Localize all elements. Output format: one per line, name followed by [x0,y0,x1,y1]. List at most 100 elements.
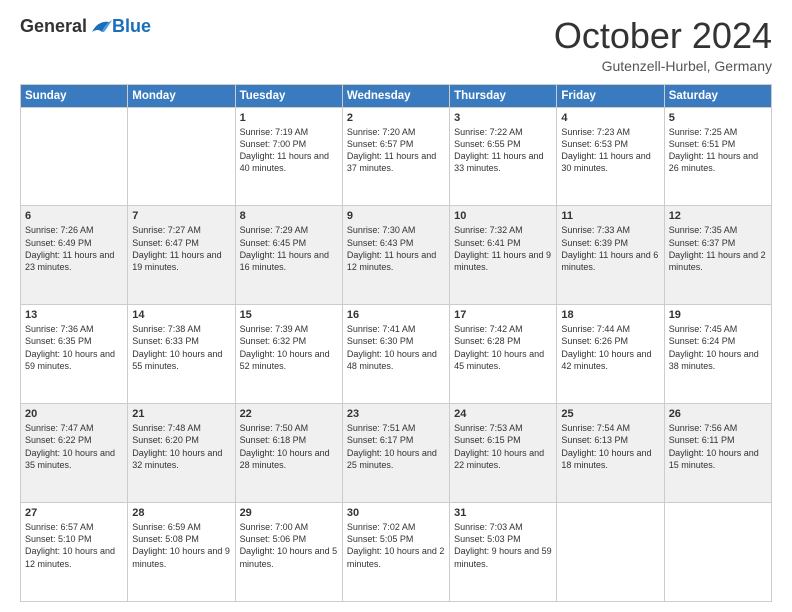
col-wednesday: Wednesday [342,84,449,107]
calendar-cell: 1 Sunrise: 7:19 AM Sunset: 7:00 PM Daylig… [235,107,342,206]
calendar-cell: 6 Sunrise: 7:26 AM Sunset: 6:49 PM Daylig… [21,206,128,305]
day-number: 7 [132,210,230,222]
day-content: Sunrise: 7:45 AM Sunset: 6:24 PM Dayligh… [669,323,767,372]
calendar-cell: 30 Sunrise: 7:02 AM Sunset: 5:05 PM Dayli… [342,503,449,602]
calendar-cell: 26Sunrise: 7:56 AM Sunset: 6:11 PM Dayli… [664,404,771,503]
day-number: 31 [454,507,552,519]
day-number: 27 [25,507,123,519]
day-number: 16 [347,309,445,321]
day-number: 28 [132,507,230,519]
day-number: 30 [347,507,445,519]
page-header: General Blue October 2024 Gutenzell-Hurb… [20,16,772,74]
day-content: Sunrise: 7:56 AM Sunset: 6:11 PM Dayligh… [669,422,767,471]
calendar-cell: 29 Sunrise: 7:00 AM Sunset: 5:06 PM Dayli… [235,503,342,602]
calendar-cell: 9 Sunrise: 7:30 AM Sunset: 6:43 PM Daylig… [342,206,449,305]
calendar-cell: 18Sunrise: 7:44 AM Sunset: 6:26 PM Dayli… [557,305,664,404]
calendar-cell: 28 Sunrise: 6:59 AM Sunset: 5:08 PM Dayli… [128,503,235,602]
day-number: 2 [347,112,445,124]
calendar-cell: 12Sunrise: 7:35 AM Sunset: 6:37 PM Dayli… [664,206,771,305]
day-number: 18 [561,309,659,321]
calendar-cell: 22 Sunrise: 7:50 AM Sunset: 6:18 PM Dayli… [235,404,342,503]
day-content: Sunrise: 7:33 AM Sunset: 6:39 PM Dayligh… [561,224,659,273]
calendar-week-row: 13Sunrise: 7:36 AM Sunset: 6:35 PM Dayli… [21,305,772,404]
calendar-week-row: 20Sunrise: 7:47 AM Sunset: 6:22 PM Dayli… [21,404,772,503]
calendar-cell: 3Sunrise: 7:22 AM Sunset: 6:55 PM Daylig… [450,107,557,206]
col-sunday: Sunday [21,84,128,107]
day-number: 4 [561,112,659,124]
calendar-cell: 5Sunrise: 7:25 AM Sunset: 6:51 PM Daylig… [664,107,771,206]
col-monday: Monday [128,84,235,107]
day-content: Sunrise: 7:22 AM Sunset: 6:55 PM Dayligh… [454,126,552,175]
day-content: Sunrise: 7:41 AM Sunset: 6:30 PM Dayligh… [347,323,445,372]
calendar-cell: 25 Sunrise: 7:54 AM Sunset: 6:13 PM Dayli… [557,404,664,503]
day-number: 1 [240,112,338,124]
day-content: Sunrise: 7:50 AM Sunset: 6:18 PM Dayligh… [240,422,338,471]
calendar-week-row: 27 Sunrise: 6:57 AM Sunset: 5:10 PM Dayli… [21,503,772,602]
calendar-cell: 20Sunrise: 7:47 AM Sunset: 6:22 PM Dayli… [21,404,128,503]
day-content: Sunrise: 7:39 AM Sunset: 6:32 PM Dayligh… [240,323,338,372]
calendar-cell: 17Sunrise: 7:42 AM Sunset: 6:28 PM Dayli… [450,305,557,404]
calendar-cell: 27 Sunrise: 6:57 AM Sunset: 5:10 PM Dayli… [21,503,128,602]
logo-bird-icon [90,18,112,36]
day-content: Sunrise: 7:51 AM Sunset: 6:17 PM Dayligh… [347,422,445,471]
calendar-cell: 14 Sunrise: 7:38 AM Sunset: 6:33 PM Dayli… [128,305,235,404]
day-number: 23 [347,408,445,420]
day-content: Sunrise: 6:59 AM Sunset: 5:08 PM Dayligh… [132,521,230,570]
day-content: Sunrise: 7:20 AM Sunset: 6:57 PM Dayligh… [347,126,445,175]
calendar-table: Sunday Monday Tuesday Wednesday Thursday… [20,84,772,602]
day-number: 15 [240,309,338,321]
day-content: Sunrise: 7:48 AM Sunset: 6:20 PM Dayligh… [132,422,230,471]
day-content: Sunrise: 7:19 AM Sunset: 7:00 PM Dayligh… [240,126,338,175]
day-number: 6 [25,210,123,222]
calendar-cell: 7 Sunrise: 7:27 AM Sunset: 6:47 PM Daylig… [128,206,235,305]
day-content: Sunrise: 7:32 AM Sunset: 6:41 PM Dayligh… [454,224,552,273]
calendar-cell: 4 Sunrise: 7:23 AM Sunset: 6:53 PM Daylig… [557,107,664,206]
calendar-cell: 15 Sunrise: 7:39 AM Sunset: 6:32 PM Dayli… [235,305,342,404]
calendar-cell: 8Sunrise: 7:29 AM Sunset: 6:45 PM Daylig… [235,206,342,305]
day-number: 19 [669,309,767,321]
day-number: 17 [454,309,552,321]
calendar-cell: 19 Sunrise: 7:45 AM Sunset: 6:24 PM Dayli… [664,305,771,404]
day-content: Sunrise: 7:38 AM Sunset: 6:33 PM Dayligh… [132,323,230,372]
month-title: October 2024 [554,16,772,56]
day-number: 21 [132,408,230,420]
calendar-header-row: Sunday Monday Tuesday Wednesday Thursday… [21,84,772,107]
day-content: Sunrise: 7:23 AM Sunset: 6:53 PM Dayligh… [561,126,659,175]
day-content: Sunrise: 7:27 AM Sunset: 6:47 PM Dayligh… [132,224,230,273]
calendar-cell: 24Sunrise: 7:53 AM Sunset: 6:15 PM Dayli… [450,404,557,503]
day-content: Sunrise: 6:57 AM Sunset: 5:10 PM Dayligh… [25,521,123,570]
day-content: Sunrise: 7:54 AM Sunset: 6:13 PM Dayligh… [561,422,659,471]
day-number: 5 [669,112,767,124]
day-content: Sunrise: 7:02 AM Sunset: 5:05 PM Dayligh… [347,521,445,570]
logo-general-text: General [20,16,87,37]
calendar-cell: 11Sunrise: 7:33 AM Sunset: 6:39 PM Dayli… [557,206,664,305]
calendar-cell [21,107,128,206]
calendar-week-row: 6 Sunrise: 7:26 AM Sunset: 6:49 PM Daylig… [21,206,772,305]
day-number: 13 [25,309,123,321]
calendar-cell [664,503,771,602]
calendar-cell: 16 Sunrise: 7:41 AM Sunset: 6:30 PM Dayli… [342,305,449,404]
calendar-cell: 2 Sunrise: 7:20 AM Sunset: 6:57 PM Daylig… [342,107,449,206]
col-saturday: Saturday [664,84,771,107]
day-number: 14 [132,309,230,321]
calendar-cell [128,107,235,206]
day-content: Sunrise: 7:30 AM Sunset: 6:43 PM Dayligh… [347,224,445,273]
calendar-cell: 31Sunrise: 7:03 AM Sunset: 5:03 PM Dayli… [450,503,557,602]
day-number: 9 [347,210,445,222]
day-content: Sunrise: 7:00 AM Sunset: 5:06 PM Dayligh… [240,521,338,570]
calendar-cell: 23 Sunrise: 7:51 AM Sunset: 6:17 PM Dayli… [342,404,449,503]
day-content: Sunrise: 7:29 AM Sunset: 6:45 PM Dayligh… [240,224,338,273]
day-number: 24 [454,408,552,420]
day-number: 20 [25,408,123,420]
day-number: 10 [454,210,552,222]
location-title: Gutenzell-Hurbel, Germany [554,58,772,74]
col-tuesday: Tuesday [235,84,342,107]
logo: General Blue [20,16,151,37]
day-number: 25 [561,408,659,420]
day-number: 22 [240,408,338,420]
day-number: 12 [669,210,767,222]
day-content: Sunrise: 7:26 AM Sunset: 6:49 PM Dayligh… [25,224,123,273]
calendar-cell: 13Sunrise: 7:36 AM Sunset: 6:35 PM Dayli… [21,305,128,404]
col-thursday: Thursday [450,84,557,107]
day-number: 29 [240,507,338,519]
